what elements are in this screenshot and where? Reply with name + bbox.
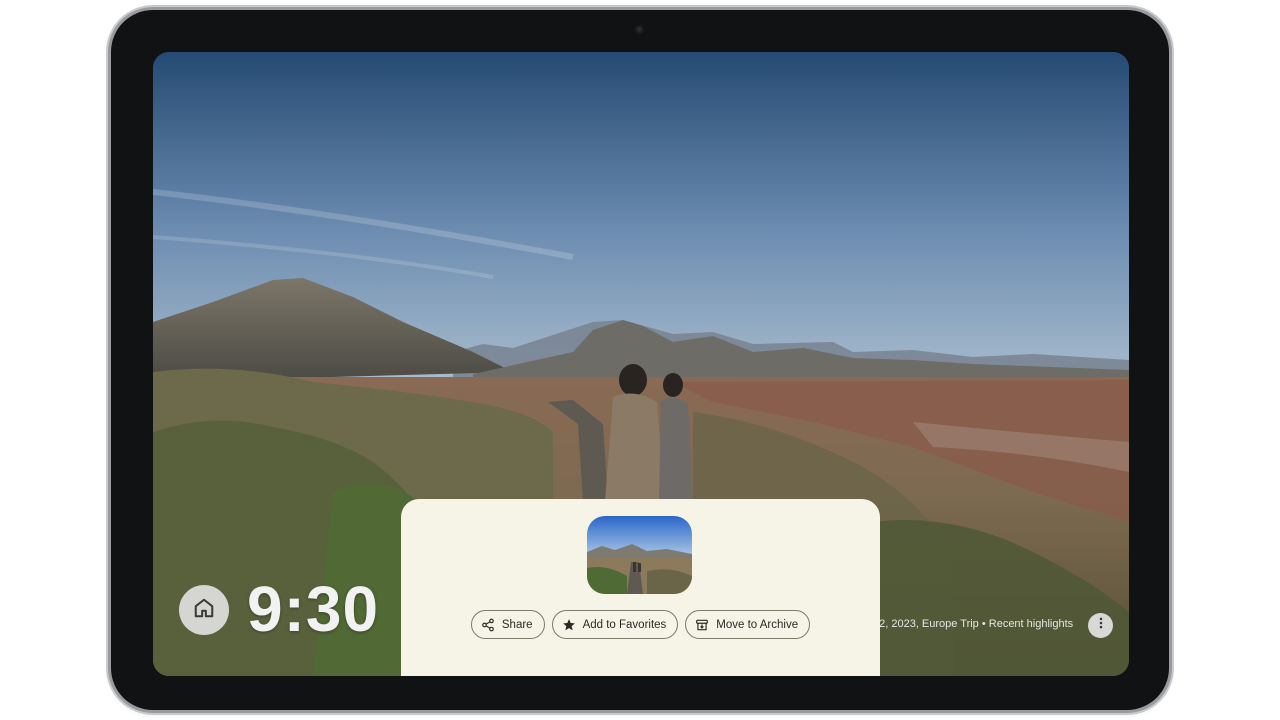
home-button[interactable] bbox=[179, 585, 229, 635]
add-to-favorites-button[interactable]: Add to Favorites bbox=[551, 610, 679, 639]
move-to-archive-label: Move to Archive bbox=[716, 618, 799, 631]
tablet-device: 9:30 22, 2023, Europe Trip • Recent high… bbox=[111, 10, 1169, 710]
move-to-archive-button[interactable]: Move to Archive bbox=[685, 610, 811, 639]
photo-caption: 22, 2023, Europe Trip • Recent highlight… bbox=[873, 618, 1074, 630]
star-icon bbox=[562, 618, 576, 632]
photo-actions-sheet: Share Add to Favorites Move to Archive bbox=[401, 499, 880, 676]
action-chip-row: Share Add to Favorites Move to Archive bbox=[401, 610, 880, 639]
add-to-favorites-label: Add to Favorites bbox=[582, 618, 667, 631]
archive-icon bbox=[695, 618, 709, 632]
thumbnail-image bbox=[587, 516, 692, 594]
share-label: Share bbox=[501, 618, 533, 631]
ambient-screen: 9:30 22, 2023, Europe Trip • Recent high… bbox=[153, 52, 1129, 676]
share-icon bbox=[481, 618, 495, 632]
more-options-button[interactable] bbox=[1088, 613, 1113, 638]
photo-thumbnail[interactable] bbox=[587, 516, 692, 594]
home-icon bbox=[193, 597, 215, 624]
share-button[interactable]: Share bbox=[470, 610, 545, 639]
front-camera bbox=[635, 25, 644, 34]
clock-time: 9:30 bbox=[247, 573, 380, 645]
more-vert-icon bbox=[1094, 616, 1108, 635]
